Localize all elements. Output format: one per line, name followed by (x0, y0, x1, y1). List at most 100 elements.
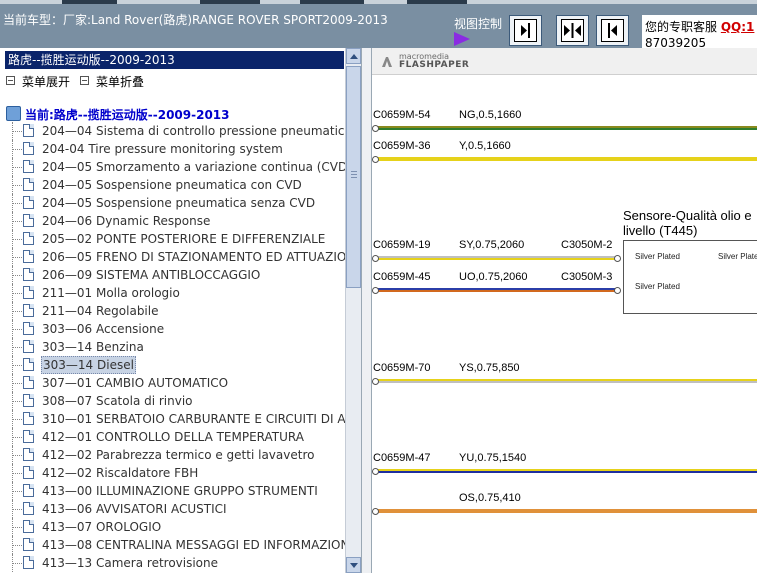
tree-item[interactable]: 204—05 Sospensione pneumatica senza CVD (0, 194, 345, 212)
tree-item[interactable]: 308—07 Scatola di rinvio (0, 392, 345, 410)
tree-item-label: 310—01 SERBATOIO CARBURANTE E CIRCUITI D… (42, 412, 345, 426)
top-header-bar: 当前车型：厂家:Land Rover(路虎)RANGE ROVER SPORT2… (0, 0, 757, 50)
tree-item-label: 211—04 Regolabile (42, 304, 159, 318)
wire-line (374, 256, 619, 260)
document-icon (23, 466, 34, 479)
tree-connector (12, 545, 22, 546)
computer-icon (6, 106, 21, 121)
tree-connector (12, 293, 22, 294)
expand-right-icon (514, 19, 537, 42)
current-vehicle-title: 当前车型：厂家:Land Rover(路虎)RANGE ROVER SPORT2… (3, 13, 388, 27)
tree-item[interactable]: 211—01 Molla orologio (0, 284, 345, 302)
tree-connector (12, 221, 22, 222)
split-view-icon (561, 19, 584, 42)
tree-item[interactable]: 204—04 Sistema di controllo pressione pn… (0, 122, 345, 140)
tree-item-label: 211—01 Molla orologio (42, 286, 180, 300)
wire-spec: OS,0.75,410 (459, 492, 521, 504)
tree-item-label: 205—02 PONTE POSTERIORE E DIFFERENZIALE (42, 232, 326, 246)
tree-item[interactable]: 204—05 Sospensione pneumatica con CVD (0, 176, 345, 194)
view-control-label: 视图控制 (454, 17, 503, 31)
tree-root-node[interactable]: 当前:路虎--揽胜运动版--2009-2013 (6, 106, 230, 123)
wire-spec: YS,0.75,850 (459, 362, 520, 374)
tree-item[interactable]: 204-04 Tire pressure monitoring system (0, 140, 345, 158)
tree-item[interactable]: 303—14 Diesel (0, 356, 345, 374)
tree-connector (12, 239, 22, 240)
expand-all-control[interactable]: 菜单展开 (6, 73, 70, 90)
tree-item[interactable]: 303—14 Benzina (0, 338, 345, 356)
tree-item-label: 206—09 SISTEMA ANTIBLOCCAGGIO (42, 268, 261, 282)
wire-line (374, 157, 757, 161)
wire-target-connector: C3050M-2 (561, 239, 613, 251)
wire-terminal-icon (372, 508, 379, 515)
tree-item[interactable]: 204—06 Dynamic Response (0, 212, 345, 230)
wire-terminal-icon (372, 156, 379, 163)
tree-connector (12, 203, 22, 204)
document-icon (23, 160, 34, 173)
tree-item[interactable]: 412—02 Parabrezza termico e getti lavave… (0, 446, 345, 464)
tree-connector (12, 149, 22, 150)
tree-item-label: 303—06 Accensione (42, 322, 165, 336)
flashpaper-toolbar: macromedia FLASHPAPER (372, 48, 757, 75)
expand-right-button[interactable] (509, 15, 542, 46)
tree-item-label: 303—14 Benzina (42, 340, 144, 354)
scroll-down-button[interactable] (346, 557, 361, 573)
tree-item[interactable]: 204—05 Smorzamento a variazione continua… (0, 158, 345, 176)
top-strip-tab[interactable] (62, 0, 117, 4)
tree-item[interactable]: 412—01 CONTROLLO DELLA TEMPERATURA (0, 428, 345, 446)
split-view-button[interactable] (556, 15, 589, 46)
tree-item[interactable]: 310—01 SERBATOIO CARBURANTE E CIRCUITI D… (0, 410, 345, 428)
wire-line (374, 126, 757, 130)
scroll-thumb[interactable] (346, 66, 361, 288)
document-icon (23, 376, 34, 389)
tree-item[interactable]: 413—08 CENTRALINA MESSAGGI ED INFORMAZIO… (0, 536, 345, 554)
tree-connector (12, 401, 22, 402)
tree-connector (12, 329, 22, 330)
scroll-up-button[interactable] (346, 48, 361, 64)
manual-tree: 204—04 Sistema di controllo pressione pn… (0, 122, 345, 573)
sidebar-scrollbar[interactable] (345, 48, 361, 573)
tree-item[interactable]: 206—05 FRENO DI STAZIONAMENTO ED ATTUAZI… (0, 248, 345, 266)
tree-connector (12, 563, 22, 564)
collapse-left-button[interactable] (596, 15, 629, 46)
pane-splitter[interactable] (362, 48, 372, 573)
tree-item[interactable]: 206—09 SISTEMA ANTIBLOCCAGGIO (0, 266, 345, 284)
tree-item[interactable]: 303—06 Accensione (0, 320, 345, 338)
tree-connector (12, 347, 22, 348)
document-icon (23, 268, 34, 281)
expand-all-label: 菜单展开 (22, 75, 71, 89)
top-strip-tab[interactable] (407, 0, 467, 4)
tree-item[interactable]: 205—02 PONTE POSTERIORE E DIFFERENZIALE (0, 230, 345, 248)
model-header[interactable]: 路虎--揽胜运动版--2009-2013 (5, 51, 344, 69)
tree-item[interactable]: 413—13 Camera retrovisione (0, 554, 345, 572)
tree-item-label: 413—00 ILLUMINAZIONE GRUPPO STRUMENTI (42, 484, 318, 498)
tree-connector (12, 365, 22, 366)
wire-line (374, 509, 757, 513)
support-qq-link[interactable]: QQ:1 (721, 20, 755, 34)
tree-item[interactable]: 412—02 Riscaldatore FBH (0, 464, 345, 482)
top-strip-tab[interactable] (300, 0, 364, 4)
document-icon (23, 502, 34, 515)
wire-terminal-icon (372, 378, 379, 385)
document-icon (23, 448, 34, 461)
tree-item-label: 413—07 OROLOGIO (42, 520, 162, 534)
wire-line (374, 288, 619, 292)
tree-item[interactable]: 211—04 Regolabile (0, 302, 345, 320)
document-icon (23, 196, 34, 209)
collapse-all-control[interactable]: 菜单折叠 (80, 73, 144, 90)
arrow-down-icon (350, 563, 358, 568)
tree-item-label: 412—02 Parabrezza termico e getti lavave… (42, 448, 315, 462)
tree-item[interactable]: 413—07 OROLOGIO (0, 518, 345, 536)
tree-item[interactable]: 413—00 ILLUMINAZIONE GRUPPO STRUMENTI (0, 482, 345, 500)
plated-label: Silver Plate (718, 252, 757, 261)
wire-spec: NG,0.5,1660 (459, 109, 522, 121)
sidebar-tree-pane: 路虎--揽胜运动版--2009-2013 菜单展开 菜单折叠 当前:路虎--揽胜… (0, 48, 362, 573)
collapse-toggle-icon (80, 76, 89, 85)
tree-item[interactable]: 307—01 CAMBIO AUTOMATICO (0, 374, 345, 392)
tree-item[interactable]: 413—06 AVVISATORI ACUSTICI (0, 500, 345, 518)
tree-connector (12, 491, 22, 492)
tree-item-label: 204—04 Sistema di controllo pressione pn… (42, 124, 345, 138)
top-strip-tab[interactable] (200, 0, 260, 4)
document-icon (23, 142, 34, 155)
tree-item-label: 204-04 Tire pressure monitoring system (42, 142, 283, 156)
arrow-up-icon (350, 54, 358, 59)
